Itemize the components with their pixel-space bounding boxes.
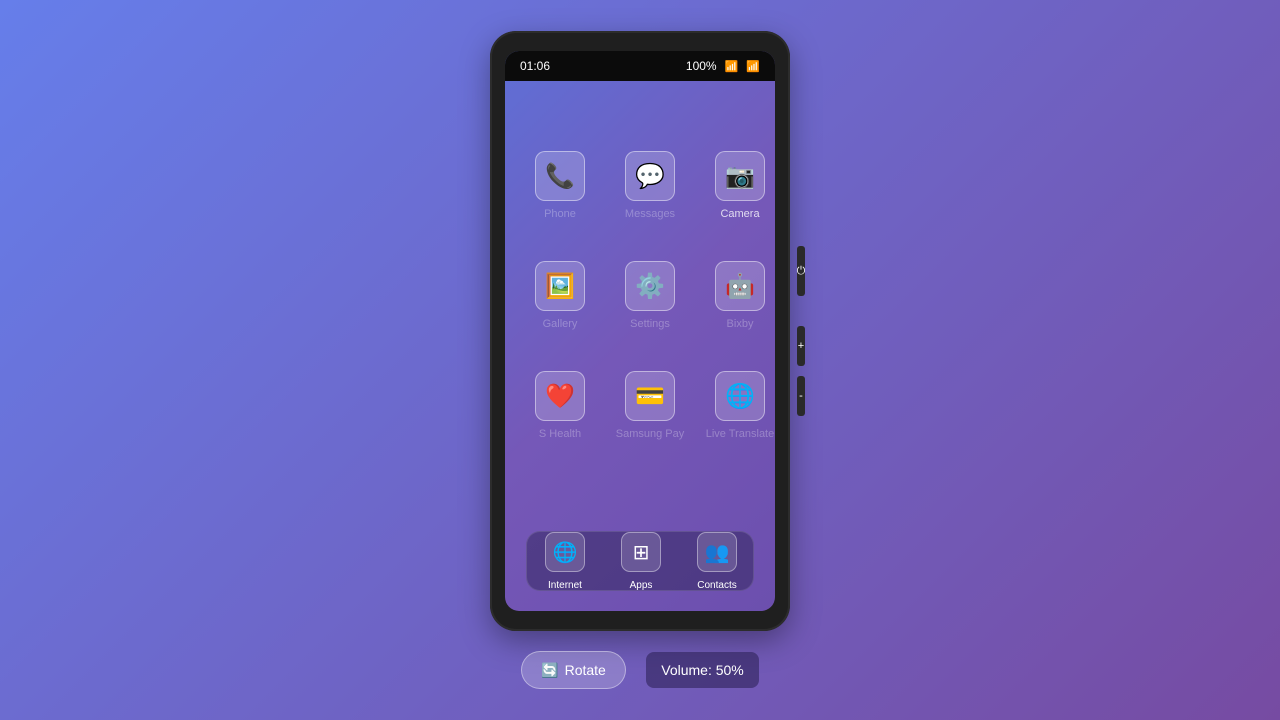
app-phone[interactable]: 📞 Phone (520, 151, 600, 220)
app-label: S Health (538, 428, 582, 440)
credit-card-icon: 💳 (625, 371, 675, 421)
volume-down-button[interactable]: - (797, 376, 805, 416)
app-s-health[interactable]: ❤️ S Health (520, 371, 600, 440)
app-camera[interactable]: 📷 Camera (700, 151, 775, 220)
robot-icon: 🤖 (715, 261, 765, 311)
camera-icon: 📷 (715, 151, 765, 201)
dock: 🌐 Internet ⊞ Apps 👥 Contacts (526, 531, 754, 591)
app-label: Phone (544, 208, 576, 220)
power-button[interactable]: ⏻ (797, 246, 805, 296)
globe-icon: 🌐 (715, 371, 765, 421)
app-messages[interactable]: 💬 Messages (610, 151, 690, 220)
battery-level: 100% (685, 59, 717, 73)
globe-icon: 🌐 (545, 532, 585, 572)
plus-icon: + (797, 340, 805, 352)
app-label: Camera (720, 208, 760, 220)
gallery-icon: 🖼️ (535, 261, 585, 311)
contacts-icon: 👥 (697, 532, 737, 572)
phone-screen: 01:06 100% 📶 📶 📞 Phone 💬 Messages 📷 Came… (505, 51, 775, 611)
app-samsung-pay[interactable]: 💳 Samsung Pay (610, 371, 690, 440)
app-label: Bixby (726, 318, 754, 330)
app-bixby[interactable]: 🤖 Bixby (700, 261, 775, 330)
dock-item-internet[interactable]: 🌐 Internet (535, 532, 595, 591)
dock-item-contacts[interactable]: 👥 Contacts (687, 532, 747, 591)
status-bar: 01:06 100% 📶 📶 (505, 51, 775, 81)
wifi-icon: 📶 (746, 60, 760, 73)
rotate-icon: 🔄 (541, 661, 559, 678)
dock-label: Internet (548, 580, 582, 591)
minus-icon: - (799, 390, 803, 402)
app-label: Samsung Pay (615, 428, 685, 440)
app-live-translate[interactable]: 🌐 Live Translate (700, 371, 775, 440)
app-label: Live Translate (705, 428, 775, 440)
rotate-button[interactable]: 🔄 Rotate (521, 651, 626, 689)
dock-label: Apps (629, 580, 653, 591)
volume-display: Volume: 50% (646, 652, 759, 688)
status-time: 01:06 (520, 59, 551, 73)
app-label: Gallery (542, 318, 578, 330)
app-label: Settings (630, 318, 670, 330)
app-gallery[interactable]: 🖼️ Gallery (520, 261, 600, 330)
signal-icon: 📶 (724, 60, 739, 73)
power-icon: ⏻ (796, 264, 806, 277)
dock-label: Contacts (697, 580, 737, 591)
phone-frame: 01:06 100% 📶 📶 📞 Phone 💬 Messages 📷 Came… (490, 31, 790, 631)
phone-icon: 📞 (535, 151, 585, 201)
volume-up-button[interactable]: + (797, 326, 805, 366)
gear-icon: ⚙️ (625, 261, 675, 311)
grid-icon: ⊞ (621, 532, 661, 572)
messages-icon: 💬 (625, 151, 675, 201)
dock-item-apps[interactable]: ⊞ Apps (611, 532, 671, 591)
heart-icon: ❤️ (535, 371, 585, 421)
rotate-label: Rotate (564, 662, 606, 678)
app-label: Messages (624, 208, 676, 220)
app-settings[interactable]: ⚙️ Settings (610, 261, 690, 330)
